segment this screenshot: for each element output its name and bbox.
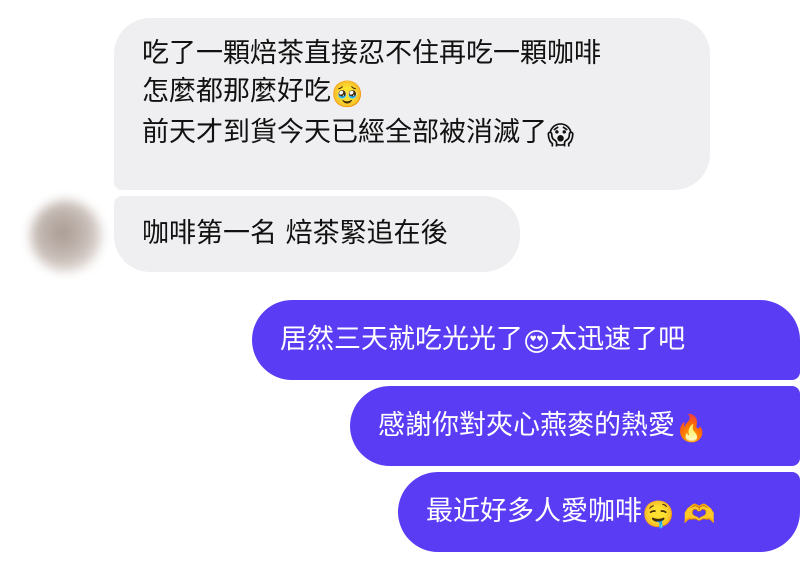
pleading-face-emoji-icon: 🥹 [331,80,364,110]
message-text: 感謝你對夾心燕麥的熱愛 [378,410,675,441]
message-line: 吃了一顆焙茶直接忍不住再吃一顆咖啡 [142,38,601,69]
outgoing-message-bubble[interactable]: 感謝你對夾心燕麥的熱愛🔥 [350,386,800,466]
incoming-message-bubble[interactable]: 咖啡第一名 焙茶緊追在後 [114,196,520,272]
screaming-face-emoji-icon: 😱 [547,121,575,151]
contact-avatar[interactable] [30,200,102,272]
outgoing-message-bubble[interactable]: 最近好多人愛咖啡🤤 🫶 [398,472,800,552]
heart-eyes-emoji-icon: 😍 [523,328,551,358]
message-line: 怎麼都那麼好吃🥹 [142,73,682,114]
message-line: 前天才到貨今天已經全部被消滅了😱 [142,114,682,155]
message-text: 最近好多人愛咖啡 [426,496,642,527]
incoming-message-bubble[interactable]: 吃了一顆焙茶直接忍不住再吃一顆咖啡 怎麼都那麼好吃🥹 前天才到貨今天已經全部被消… [114,18,710,190]
drooling-face-emoji-icon: 🤤 [642,500,675,530]
message-text: 居然三天就吃光光了 [280,324,523,355]
message-text: 太迅速了吧 [550,324,686,355]
heart-hands-emoji-icon: 🫶 [682,500,716,530]
outgoing-message-bubble[interactable]: 居然三天就吃光光了😍太迅速了吧 [252,300,800,380]
message-text: 咖啡第一名 焙茶緊追在後 [142,218,448,249]
fire-emoji-icon: 🔥 [675,414,708,444]
